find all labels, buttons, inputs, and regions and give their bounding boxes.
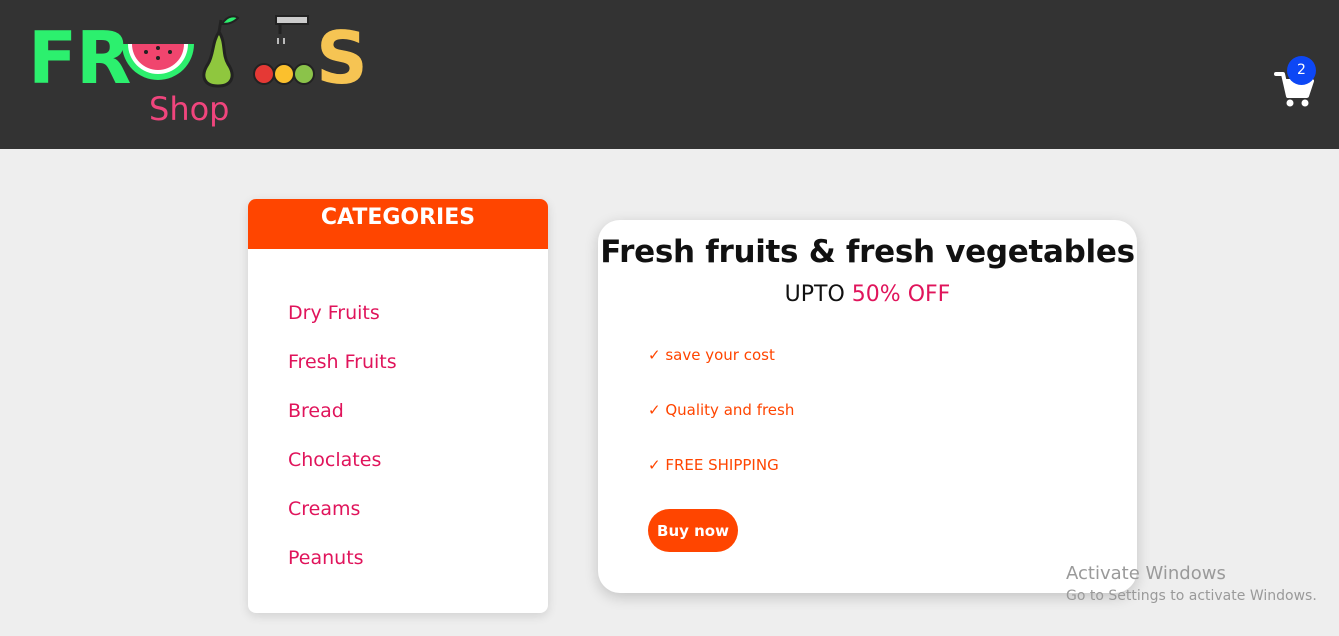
buy-now-button[interactable]: Buy now: [648, 509, 738, 552]
watermark-title: Activate Windows: [1066, 563, 1226, 584]
watermark-subtitle: Go to Settings to activate Windows.: [1066, 588, 1317, 604]
categories-panel: CATEGORIES Dry Fruits Fresh Fruits Bread…: [248, 199, 548, 613]
category-peanuts[interactable]: Peanuts: [288, 544, 397, 593]
feature-save-cost: ✓ save your cost: [648, 346, 775, 364]
offer-card: Fresh fruits & fresh vegetables UPTO 50%…: [598, 220, 1137, 593]
discount-highlight: 50% OFF: [851, 282, 951, 307]
category-fresh-fruits[interactable]: Fresh Fruits: [288, 348, 397, 397]
category-dry-fruits[interactable]: Dry Fruits: [288, 299, 397, 348]
category-bread[interactable]: Bread: [288, 397, 397, 446]
logo-letter-s: S: [316, 16, 368, 100]
logo-subtitle: Shop: [149, 90, 230, 128]
feature-free-shipping: ✓ FREE SHIPPING: [648, 456, 779, 474]
site-header: F R S Shop 2: [0, 0, 1339, 149]
category-list: Dry Fruits Fresh Fruits Bread Choclates …: [288, 299, 397, 593]
cart-count-badge: 2: [1287, 56, 1316, 85]
feature-quality: ✓ Quality and fresh: [648, 401, 795, 419]
windows-activation-watermark: Activate Windows Go to Settings to activ…: [1066, 563, 1317, 604]
site-logo[interactable]: F R S Shop: [28, 10, 368, 132]
category-choclates[interactable]: Choclates: [288, 446, 397, 495]
offer-subtitle: UPTO 50% OFF: [598, 282, 1137, 307]
categories-title: CATEGORIES: [248, 199, 548, 249]
offer-title: Fresh fruits & fresh vegetables: [600, 234, 1135, 270]
offer-subtitle-prefix: UPTO: [784, 282, 852, 307]
category-creams[interactable]: Creams: [288, 495, 397, 544]
